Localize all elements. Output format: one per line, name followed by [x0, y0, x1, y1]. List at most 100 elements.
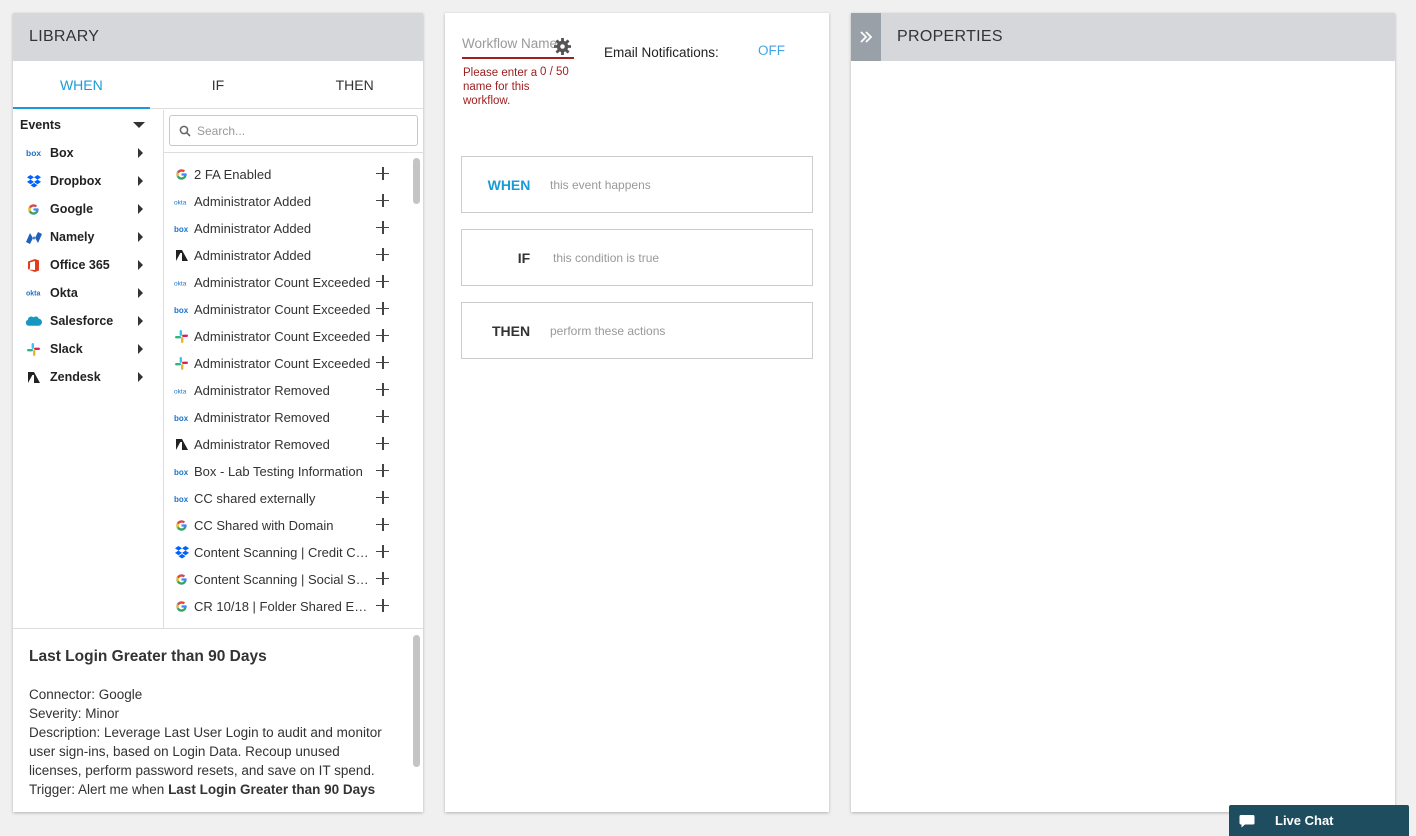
- dropbox-icon: [174, 546, 189, 559]
- event-list-scrollbar[interactable]: [413, 158, 420, 204]
- plus-icon[interactable]: [376, 491, 389, 504]
- event-item[interactable]: box CC shared externally: [164, 485, 423, 512]
- event-item[interactable]: Administrator Added: [164, 242, 423, 269]
- plus-icon[interactable]: [376, 248, 389, 261]
- connector-box[interactable]: box Box: [13, 139, 163, 167]
- google-icon: [174, 168, 189, 181]
- event-label: CC shared externally: [194, 491, 316, 506]
- event-item[interactable]: box Administrator Added: [164, 215, 423, 242]
- event-item[interactable]: box Administrator Removed: [164, 404, 423, 431]
- event-item[interactable]: 2 FA Enabled: [164, 161, 423, 188]
- plus-icon[interactable]: [376, 599, 389, 612]
- email-notifications-label: Email Notifications:: [604, 45, 719, 60]
- collapse-button[interactable]: [851, 13, 881, 61]
- connector-label: Office 365: [50, 258, 110, 272]
- svg-text:okta: okta: [174, 280, 187, 287]
- box-icon: box: [174, 411, 189, 424]
- plus-icon[interactable]: [376, 329, 389, 342]
- plus-icon[interactable]: [376, 437, 389, 450]
- svg-text:box: box: [174, 467, 189, 476]
- event-item[interactable]: Administrator Count Exceeded: [164, 350, 423, 377]
- live-chat-button[interactable]: Live Chat: [1229, 805, 1409, 836]
- description-text: Description: Leverage Last User Login to…: [29, 725, 382, 778]
- tab-then[interactable]: THEN: [286, 61, 423, 108]
- zendesk-icon: [174, 438, 189, 451]
- plus-icon[interactable]: [376, 518, 389, 531]
- event-item[interactable]: Content Scanning | Credit Card: [164, 539, 423, 566]
- plus-icon[interactable]: [376, 572, 389, 585]
- event-item[interactable]: CC Shared with Domain: [164, 512, 423, 539]
- office365-icon: [25, 258, 42, 272]
- connector-okta[interactable]: okta Okta: [13, 279, 163, 307]
- event-item[interactable]: Administrator Removed: [164, 431, 423, 458]
- step-when-label: WHEN: [487, 176, 531, 193]
- connector-salesforce[interactable]: Salesforce: [13, 307, 163, 335]
- connector-google[interactable]: Google: [13, 195, 163, 223]
- event-item[interactable]: Content Scanning | Social Security: [164, 566, 423, 593]
- description-scrollbar[interactable]: [413, 635, 420, 767]
- connector-dropbox[interactable]: Dropbox: [13, 167, 163, 195]
- event-label: Administrator Removed: [194, 383, 330, 398]
- connector-label: Salesforce: [50, 314, 114, 328]
- properties-title: PROPERTIES: [897, 28, 1003, 45]
- tab-if[interactable]: IF: [150, 61, 287, 108]
- events-dropdown[interactable]: Events: [13, 111, 163, 139]
- event-label: Administrator Added: [194, 221, 312, 236]
- event-label: Content Scanning | Social Security: [194, 572, 371, 587]
- search-box: [169, 115, 418, 146]
- salesforce-icon: [25, 314, 42, 328]
- google-icon: [174, 573, 189, 586]
- plus-icon[interactable]: [376, 464, 389, 477]
- plus-icon[interactable]: [376, 221, 389, 234]
- connector-office365[interactable]: Office 365: [13, 251, 163, 279]
- plus-icon[interactable]: [376, 545, 389, 558]
- slack-icon: [25, 342, 42, 356]
- plus-icon[interactable]: [376, 275, 389, 288]
- step-if-hint: this condition is true: [553, 250, 660, 265]
- box-icon: box: [174, 492, 189, 505]
- event-label: Administrator Added: [194, 248, 312, 263]
- event-item[interactable]: okta Administrator Removed: [164, 377, 423, 404]
- connector-zendesk[interactable]: Zendesk: [13, 363, 163, 391]
- caret-right-icon: [138, 260, 143, 270]
- event-item[interactable]: okta Administrator Count Exceeded: [164, 269, 423, 296]
- event-item[interactable]: okta Administrator Added: [164, 188, 423, 215]
- plus-icon[interactable]: [376, 383, 389, 396]
- box-icon: box: [174, 465, 189, 478]
- plus-icon[interactable]: [376, 194, 389, 207]
- connector-slack[interactable]: Slack: [13, 335, 163, 363]
- event-item[interactable]: box Administrator Count Exceeded: [164, 296, 423, 323]
- plus-icon[interactable]: [376, 410, 389, 423]
- gear-icon[interactable]: [553, 37, 572, 56]
- search-input[interactable]: [197, 123, 397, 138]
- connector-namely[interactable]: Namely: [13, 223, 163, 251]
- event-item[interactable]: CR 10/18 | Folder Shared Externally: [164, 593, 423, 620]
- connector-label: Dropbox: [50, 174, 102, 188]
- connector-label: Slack: [50, 342, 83, 356]
- event-label: Content Scanning | Credit Card: [194, 545, 371, 560]
- event-label: CC Shared with Domain: [194, 518, 334, 533]
- step-if[interactable]: IF this condition is true: [461, 229, 813, 286]
- event-item[interactable]: box Box - Lab Testing Information: [164, 458, 423, 485]
- dropbox-icon: [25, 174, 42, 188]
- connector-label: Okta: [50, 286, 78, 300]
- step-when-hint: this event happens: [550, 177, 651, 192]
- step-then[interactable]: THEN perform these actions: [461, 302, 813, 359]
- trigger-bold: Last Login Greater than 90 Days: [168, 782, 376, 797]
- event-item[interactable]: Administrator Count Exceeded: [164, 323, 423, 350]
- plus-icon[interactable]: [376, 356, 389, 369]
- svg-text:okta: okta: [174, 199, 187, 206]
- svg-text:box: box: [174, 305, 189, 314]
- event-description: Last Login Greater than 90 Days Connecto…: [13, 630, 423, 812]
- trigger-prefix: Trigger: Alert me when: [29, 782, 169, 797]
- email-notifications-toggle[interactable]: OFF: [758, 43, 785, 58]
- tab-when[interactable]: WHEN: [13, 61, 150, 109]
- svg-text:box: box: [26, 148, 41, 158]
- box-icon: box: [25, 146, 42, 160]
- step-when[interactable]: WHEN this event happens: [461, 156, 813, 213]
- google-icon: [174, 519, 189, 532]
- caret-down-icon: [133, 122, 145, 128]
- okta-icon: okta: [174, 384, 189, 397]
- plus-icon[interactable]: [376, 302, 389, 315]
- plus-icon[interactable]: [376, 167, 389, 180]
